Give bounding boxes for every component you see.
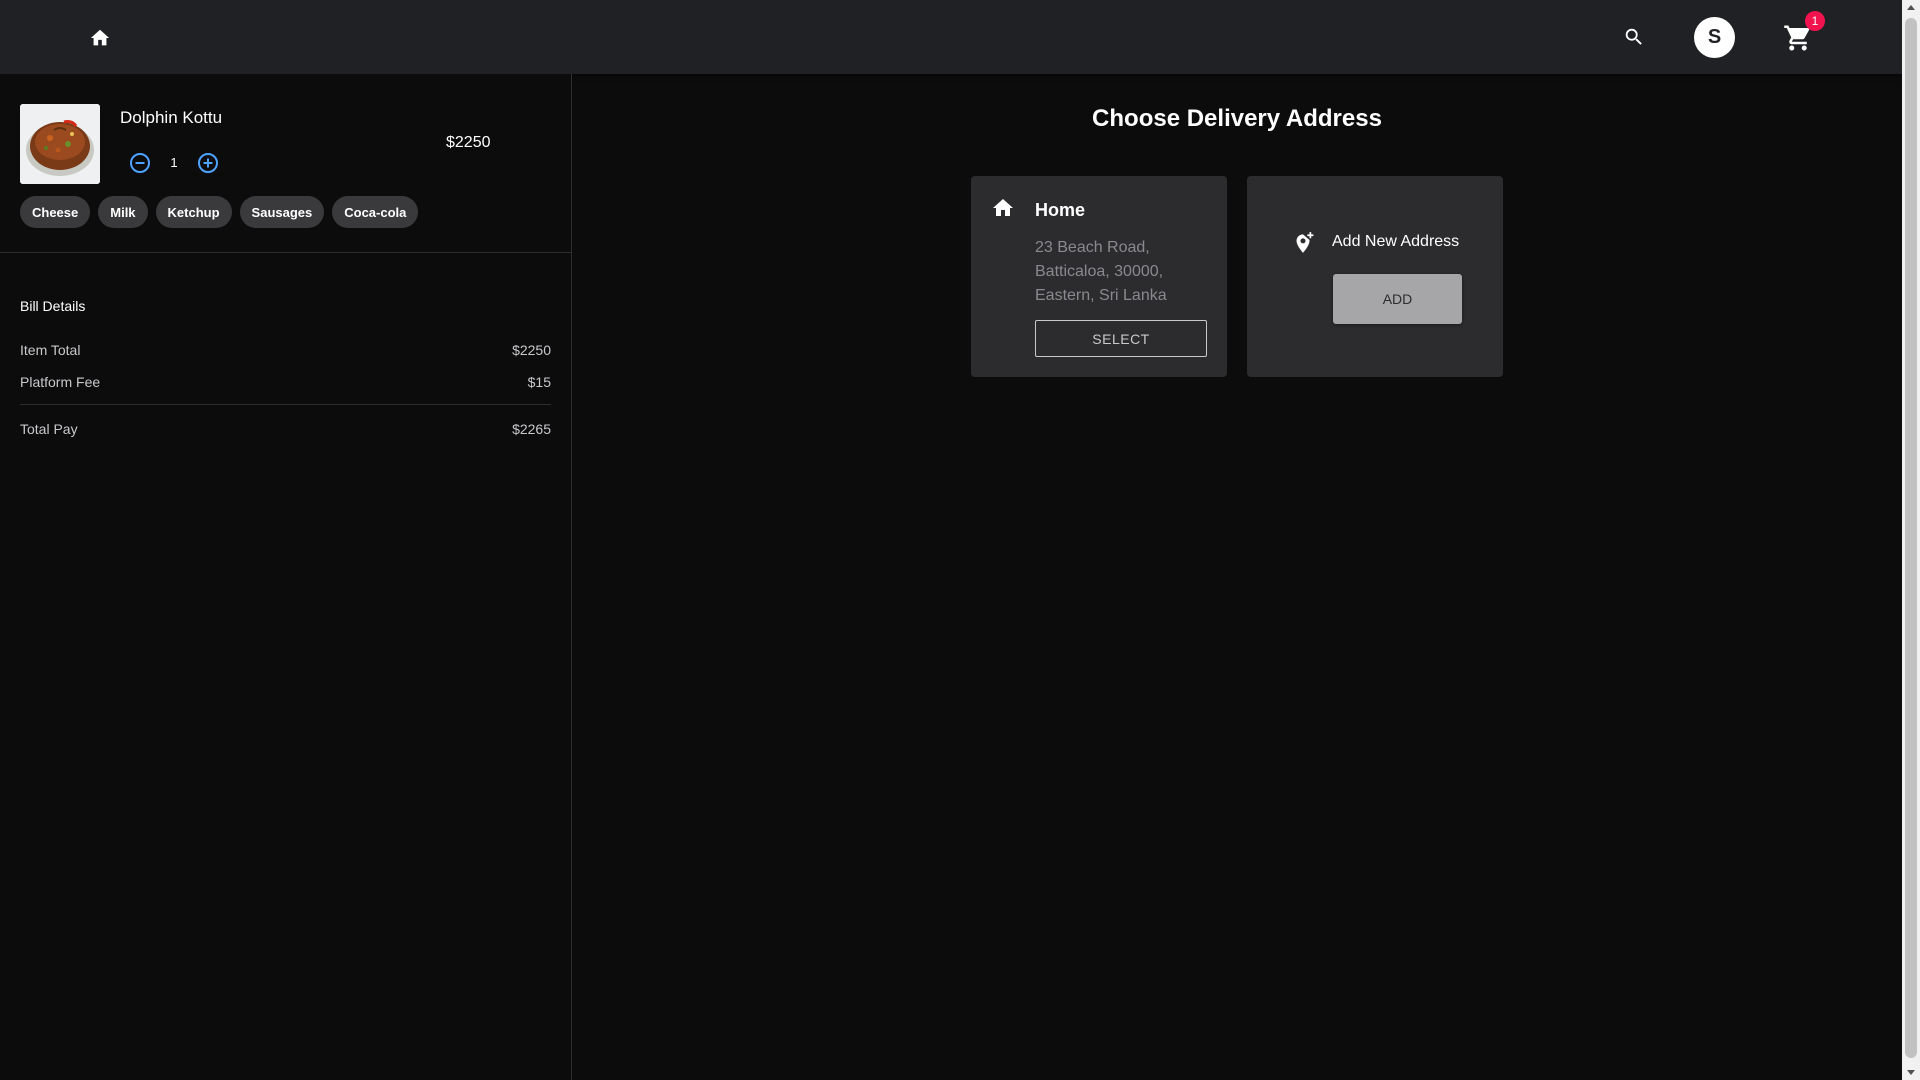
item-price: $2250 — [446, 134, 491, 151]
extras-chip-list: Cheese Milk Ketchup Sausages Coca-cola — [20, 196, 419, 228]
address-line: Batticaloa, 30000, — [1035, 263, 1164, 280]
search-icon — [1625, 28, 1642, 45]
scrollbar-thumb[interactable] — [1905, 18, 1917, 1058]
extra-chip: Cheese — [20, 196, 91, 228]
extra-chip: Ketchup — [155, 196, 232, 228]
bill-details: Bill Details Item Total $2250 Platform F… — [20, 298, 551, 445]
add-new-address-label: Add New Address — [1332, 233, 1460, 250]
decrease-quantity-button[interactable] — [128, 151, 152, 175]
app-bar: S 1 — [0, 0, 1902, 74]
bill-row-label: Item Total — [20, 342, 81, 358]
extra-chip: Milk — [98, 196, 148, 228]
bill-row-value: $15 — [527, 374, 551, 390]
bill-total-label: Total Pay — [20, 421, 78, 437]
scroll-down-arrow-icon[interactable] — [1907, 1070, 1915, 1075]
address-line: Eastern, Sri Lanka — [1035, 287, 1167, 304]
cart-count-badge: 1 — [1805, 11, 1825, 31]
bill-total-value: $2265 — [512, 421, 551, 437]
cart-summary-panel: Dolphin Kottu 1 $2250 Cheese Milk Ketchu… — [0, 74, 572, 1080]
plus-circle-icon — [198, 153, 218, 173]
select-address-button[interactable]: SELECT — [1035, 320, 1207, 357]
home-icon — [90, 29, 110, 46]
address-text: 23 Beach Road, Batticaloa, 30000, Easter… — [1035, 236, 1215, 308]
scroll-up-arrow-icon[interactable] — [1907, 5, 1915, 10]
add-address-button[interactable]: ADD — [1333, 274, 1462, 324]
extra-chip: Sausages — [239, 196, 325, 228]
address-line: 23 Beach Road, — [1035, 239, 1150, 256]
increase-quantity-button[interactable] — [196, 151, 220, 175]
minus-circle-icon — [130, 153, 150, 173]
address-card-home: Home 23 Beach Road, Batticaloa, 30000, E… — [971, 176, 1227, 377]
quantity-value: 1 — [170, 155, 178, 170]
bill-row-platform-fee: Platform Fee $15 — [20, 366, 551, 398]
bill-row-label: Platform Fee — [20, 374, 101, 390]
bill-title: Bill Details — [20, 298, 86, 314]
bill-divider — [20, 404, 551, 405]
home-button[interactable] — [84, 22, 116, 54]
add-location-icon — [1296, 232, 1314, 253]
extra-chip: Coca-cola — [332, 196, 419, 228]
page-scrollbar[interactable] — [1902, 0, 1920, 1080]
home-icon — [993, 199, 1013, 216]
page-title: Choose Delivery Address — [1092, 105, 1382, 132]
bill-row-total: Total Pay $2265 — [20, 413, 551, 445]
add-new-address-card: Add New Address ADD — [1247, 176, 1503, 377]
bill-row-value: $2250 — [512, 342, 551, 358]
user-avatar[interactable]: S — [1694, 17, 1735, 58]
address-label: Home — [1035, 200, 1086, 220]
bill-row-item-total: Item Total $2250 — [20, 334, 551, 366]
cart-item: Dolphin Kottu 1 $2250 Cheese Milk Ketchu… — [0, 74, 571, 253]
item-name: Dolphin Kottu — [120, 108, 223, 127]
item-image — [20, 104, 100, 184]
search-button[interactable] — [1618, 21, 1650, 53]
